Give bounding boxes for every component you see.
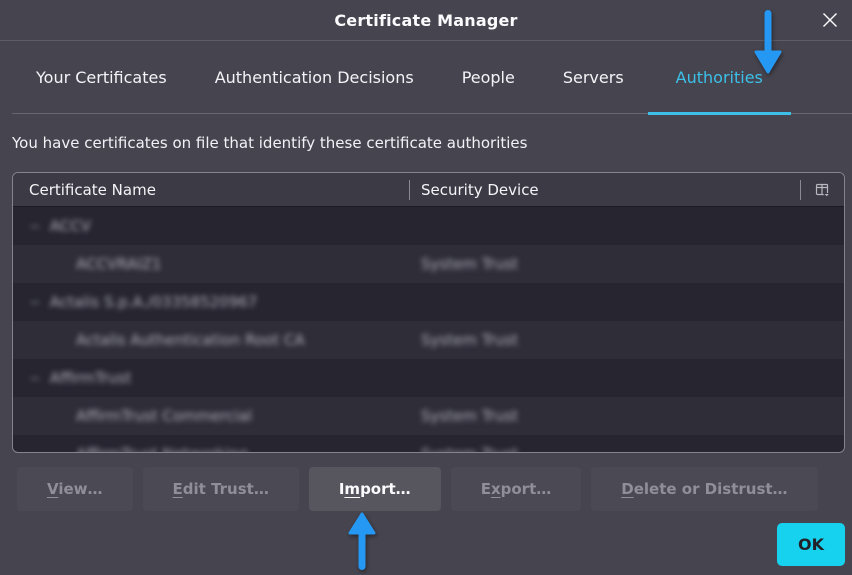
certificate-name: AffirmTrust Commercial — [76, 407, 252, 425]
certificates-table: Certificate Name Security Device −ACCV A… — [12, 172, 845, 453]
import-button[interactable]: Import… — [309, 467, 441, 511]
edit-trust-button: Edit Trust… — [143, 467, 299, 511]
tab-bar: Your Certificates Authentication Decisio… — [0, 41, 852, 114]
column-divider — [409, 180, 410, 200]
certificate-name: ACCVRAIZ1 — [76, 255, 162, 273]
table-row[interactable]: AffirmTrust Networking System Trust — [13, 435, 844, 453]
security-device: System Trust — [421, 255, 518, 273]
description-text: You have certificates on file that ident… — [12, 134, 840, 152]
table-row[interactable]: ACCVRAIZ1 System Trust — [13, 245, 844, 283]
collapse-minus-icon[interactable]: − — [29, 295, 41, 311]
security-device: System Trust — [421, 407, 518, 425]
certificate-group-name: ACCV — [50, 217, 91, 235]
tab-your-certificates[interactable]: Your Certificates — [12, 41, 191, 114]
titlebar: Certificate Manager — [0, 0, 852, 41]
table-row[interactable]: −AffirmTrust — [13, 359, 844, 397]
certificate-name: Actalis Authentication Root CA — [76, 331, 305, 349]
security-device: System Trust — [421, 445, 518, 453]
column-picker-icon[interactable] — [801, 173, 844, 206]
dialog-title: Certificate Manager — [334, 11, 517, 30]
table-row[interactable]: AffirmTrust Commercial System Trust — [13, 397, 844, 435]
table-row[interactable]: Actalis Authentication Root CA System Tr… — [13, 321, 844, 359]
arrow-down-icon — [751, 8, 785, 74]
tab-authentication-decisions[interactable]: Authentication Decisions — [191, 41, 438, 114]
certificate-group-name: Actalis S.p.A./03358520967 — [50, 293, 258, 311]
column-header-security-device[interactable]: Security Device — [421, 181, 539, 199]
ok-button[interactable]: OK — [777, 523, 845, 566]
table-body: −ACCV ACCVRAIZ1 System Trust −Actalis S.… — [13, 207, 844, 453]
table-row[interactable]: −Actalis S.p.A./03358520967 — [13, 283, 844, 321]
collapse-minus-icon[interactable]: − — [29, 371, 41, 387]
export-button: Export… — [451, 467, 582, 511]
certificate-group-name: AffirmTrust — [50, 369, 132, 387]
table-header: Certificate Name Security Device — [13, 173, 844, 207]
collapse-minus-icon[interactable]: − — [29, 219, 41, 235]
certificate-name: AffirmTrust Networking — [76, 445, 248, 453]
action-button-row: View… Edit Trust… Import… Export… Delete… — [17, 467, 818, 511]
security-device: System Trust — [421, 331, 518, 349]
view-button: View… — [17, 467, 133, 511]
arrow-up-icon — [345, 512, 379, 572]
delete-or-distrust-button: Delete or Distrust… — [591, 467, 817, 511]
table-row[interactable]: −ACCV — [13, 207, 844, 245]
column-header-certificate-name[interactable]: Certificate Name — [13, 181, 156, 199]
tab-servers[interactable]: Servers — [539, 41, 648, 114]
tab-people[interactable]: People — [438, 41, 539, 114]
close-icon[interactable] — [819, 9, 841, 31]
